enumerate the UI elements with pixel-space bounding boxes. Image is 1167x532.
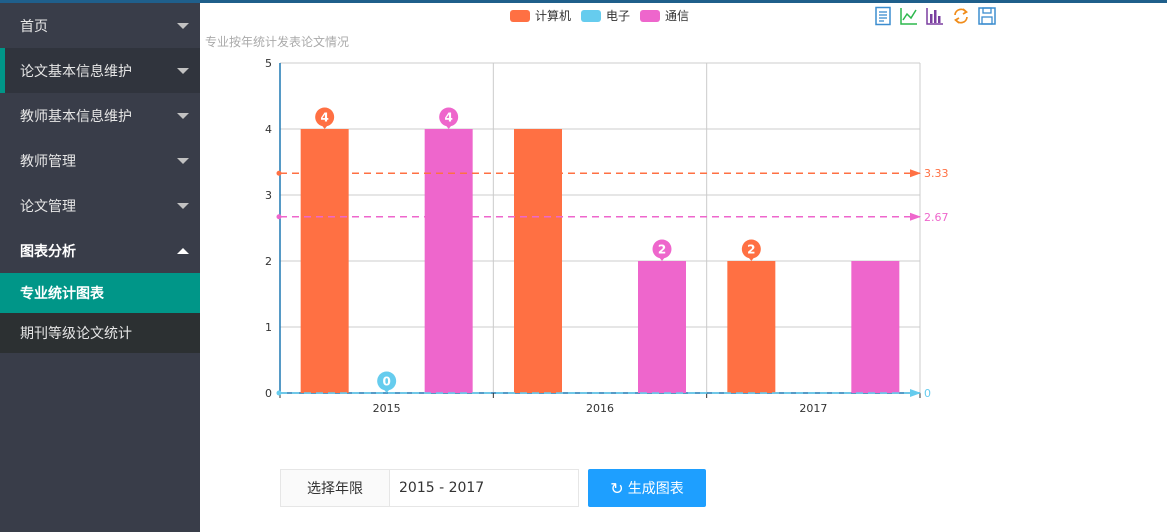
mark-line-label: 0 [924,387,931,400]
mark-line-arrow [910,389,921,397]
mark-line-arrow [910,169,921,178]
legend-item-computer[interactable]: 计算机 [510,7,571,24]
legend-swatch [581,9,602,22]
mark-point-label: 2 [747,243,755,257]
mark-point-label: 4 [444,111,452,125]
sidebar-subitem-label: 期刊等级论文统计 [20,326,132,342]
chart-legend: 计算机 电子 通信 [510,7,699,24]
save-image-icon[interactable] [977,6,997,26]
sidebar-item-teacher-info[interactable]: 教师基本信息维护 [0,93,200,138]
sidebar-item-chart-analysis[interactable]: 图表分析 [0,228,200,273]
sidebar-item-label: 论文管理 [20,198,76,215]
mark-line-label: 2.67 [924,211,949,224]
mark-line-arrow [910,212,921,221]
sidebar-item-teacher-manage[interactable]: 教师管理 [0,138,200,183]
mark-point-label: 4 [320,111,328,125]
chevron-down-icon [177,67,189,74]
chevron-down-icon [177,112,189,119]
chevron-down-icon [177,22,189,29]
chevron-down-icon [177,202,189,209]
y-tick-label: 3 [265,189,272,202]
refresh-icon: ↻ [610,478,624,498]
chevron-up-icon [177,247,189,254]
year-range-input[interactable] [390,469,579,507]
year-filter: 选择年限 ↻ 生成图表 [280,469,706,507]
x-tick-label: 2015 [373,402,401,415]
restore-icon[interactable] [951,6,971,26]
legend-swatch [640,9,661,22]
sidebar-item-paper-info[interactable]: 论文基本信息维护 [0,48,200,93]
legend-item-electronics[interactable]: 电子 [581,7,630,24]
sidebar-item-paper-manage[interactable]: 论文管理 [0,183,200,228]
sidebar-subitem-major-chart[interactable]: 专业统计图表 [0,273,200,313]
chevron-down-icon [177,157,189,164]
generate-chart-label: 生成图表 [627,481,684,497]
sidebar-item-home[interactable]: 首页 [0,3,200,48]
y-tick-label: 2 [265,255,272,268]
legend-label: 计算机 [535,9,572,23]
data-view-icon[interactable] [873,6,893,26]
x-tick-label: 2016 [586,402,614,415]
generate-chart-button[interactable]: ↻ 生成图表 [588,469,706,507]
sidebar-item-label: 教师基本信息维护 [20,108,132,125]
bar-chart: 0 1 2 3 4 5 2015 2016 2017 3.33 2.67 0 4 2 0 4 2 [265,57,949,415]
sidebar-item-label: 教师管理 [20,153,76,170]
legend-swatch [510,9,530,22]
bar [727,261,776,393]
bar [300,129,349,393]
mark-point-label: 0 [382,375,390,389]
bar [424,129,473,393]
chart-title: 专业按年统计发表论文情况 [205,35,350,49]
sidebar-subitem-journal-stats[interactable]: 期刊等级论文统计 [0,313,200,353]
legend-label: 通信 [665,9,690,23]
y-tick-label: 5 [265,57,272,70]
sidebar-item-label: 图表分析 [20,243,76,260]
y-tick-label: 1 [265,321,272,334]
mark-point-label: 2 [658,243,666,257]
bar-chart-icon[interactable] [925,6,945,26]
sidebar-subitem-label: 专业统计图表 [20,286,104,302]
y-tick-label: 0 [265,387,272,400]
bar [514,129,562,393]
x-tick-label: 2017 [799,402,827,415]
sidebar-item-label: 首页 [20,18,48,35]
sidebar-item-label: 论文基本信息维护 [20,63,132,80]
year-range-label: 选择年限 [280,469,390,507]
chart-toolbox [873,6,1003,26]
sidebar: 首页 论文基本信息维护 教师基本信息维护 教师管理 论文管理 图表分析 专业统计… [0,3,200,532]
bar [851,261,900,393]
mark-line-label: 3.33 [924,167,949,180]
y-tick-label: 4 [265,123,272,136]
line-chart-icon[interactable] [899,6,919,26]
legend-item-telecom[interactable]: 通信 [640,7,689,24]
bar [638,261,686,393]
legend-label: 电子 [606,9,631,23]
